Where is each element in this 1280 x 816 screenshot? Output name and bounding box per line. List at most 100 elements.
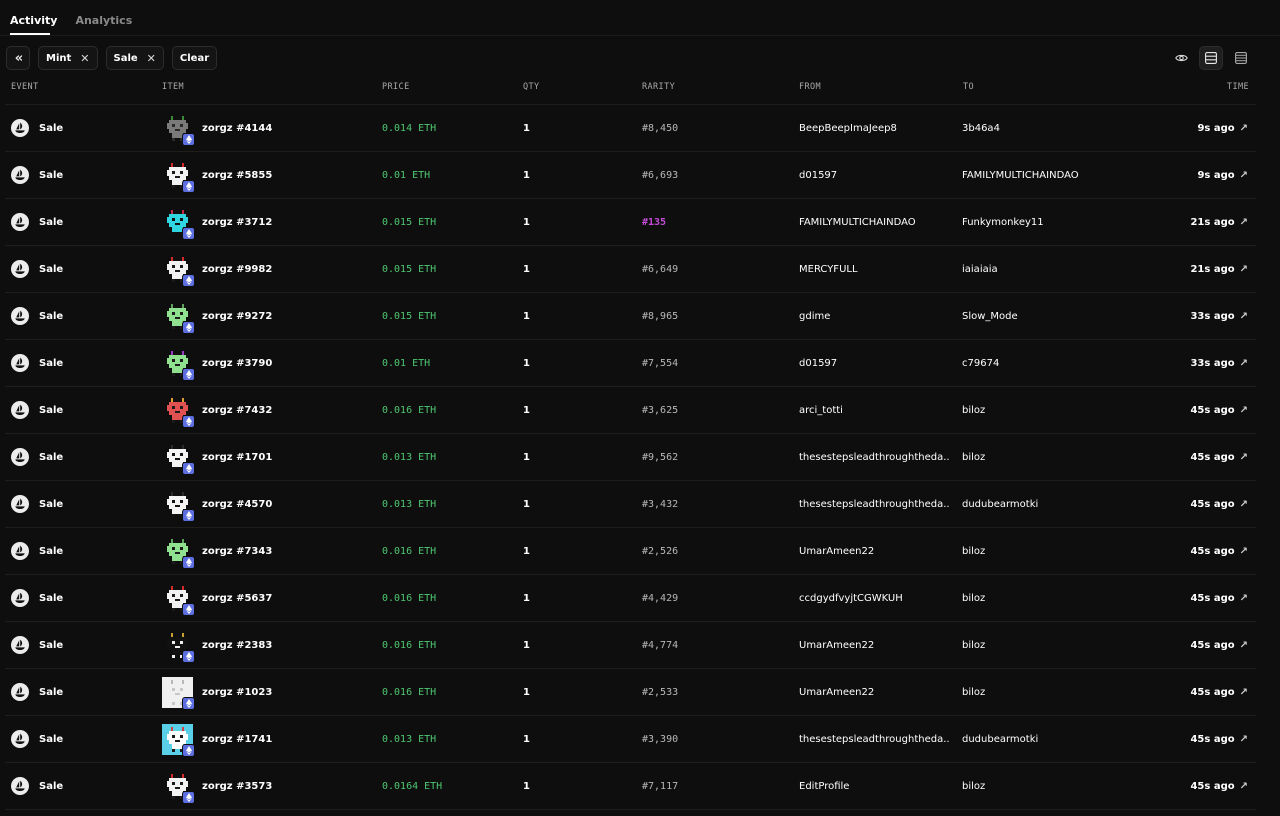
to-address-link[interactable]: biloz: [962, 575, 985, 621]
item-name-link[interactable]: zorgz #5637: [202, 593, 272, 604]
time-link[interactable]: 45s ago ↗: [1190, 622, 1248, 668]
to-address-link[interactable]: FAMILYMULTICHAINDAO: [962, 152, 1079, 198]
toggle-visibility-button[interactable]: [1169, 46, 1193, 70]
item-cell[interactable]: zorgz #5855: [162, 152, 272, 198]
filter-chip-sale[interactable]: Sale ✕: [105, 46, 164, 70]
from-address-link[interactable]: FAMILYMULTICHAINDAO: [799, 199, 916, 245]
column-header-price[interactable]: PRICE: [382, 82, 410, 92]
item-name-link[interactable]: zorgz #3790: [202, 358, 272, 369]
nft-thumbnail[interactable]: [162, 207, 195, 240]
from-address-link[interactable]: EditProfile: [799, 763, 849, 809]
item-name-link[interactable]: zorgz #7343: [202, 546, 272, 557]
item-cell[interactable]: zorgz #3790: [162, 340, 272, 386]
item-cell[interactable]: zorgz #2383: [162, 622, 272, 668]
to-address-link[interactable]: 3b46a4: [962, 105, 1000, 151]
item-name-link[interactable]: zorgz #5855: [202, 170, 272, 181]
nft-thumbnail[interactable]: [162, 348, 195, 381]
item-name-link[interactable]: zorgz #9272: [202, 311, 272, 322]
column-header-time[interactable]: TIME: [1227, 82, 1249, 92]
from-address-link[interactable]: ccdgydfvyjtCGWKUH: [799, 575, 903, 621]
nft-thumbnail[interactable]: [162, 536, 195, 569]
tab-activity[interactable]: Activity: [10, 0, 57, 36]
item-cell[interactable]: zorgz #7343: [162, 528, 272, 574]
time-link[interactable]: 33s ago ↗: [1190, 293, 1248, 339]
to-address-link[interactable]: biloz: [962, 763, 985, 809]
nft-thumbnail[interactable]: [162, 771, 195, 804]
table-row[interactable]: Sale zorgz #3573 0.0164 ETH 1 #7,117 Edi…: [5, 763, 1256, 810]
from-address-link[interactable]: BeepBeepImaJeep8: [799, 105, 897, 151]
time-link[interactable]: 9s ago ↗: [1197, 152, 1248, 198]
item-cell[interactable]: zorgz #4570: [162, 481, 272, 527]
to-address-link[interactable]: biloz: [962, 434, 985, 480]
close-icon[interactable]: ✕: [80, 53, 89, 64]
nft-thumbnail[interactable]: [162, 489, 195, 522]
to-address-link[interactable]: c79674: [962, 340, 999, 386]
from-address-link[interactable]: UmarAmeen22: [799, 528, 874, 574]
item-cell[interactable]: zorgz #9982: [162, 246, 272, 292]
from-address-link[interactable]: UmarAmeen22: [799, 669, 874, 715]
to-address-link[interactable]: biloz: [962, 622, 985, 668]
table-row[interactable]: Sale zorgz #5637 0.016 ETH 1 #4,429 ccdg…: [5, 575, 1256, 622]
item-cell[interactable]: zorgz #1023: [162, 669, 272, 715]
item-cell[interactable]: zorgz #1701: [162, 434, 272, 480]
nft-thumbnail[interactable]: [162, 395, 195, 428]
nft-thumbnail[interactable]: [162, 676, 195, 710]
item-cell[interactable]: zorgz #5637: [162, 575, 272, 621]
table-row[interactable]: Sale zorgz #7432 0.016 ETH 1 #3,625 arci…: [5, 387, 1256, 434]
nft-thumbnail[interactable]: [162, 583, 195, 616]
from-address-link[interactable]: thesestepsleadthroughtheda...: [799, 481, 949, 527]
from-address-link[interactable]: gdime: [799, 293, 830, 339]
column-header-item[interactable]: ITEM: [162, 82, 184, 92]
item-name-link[interactable]: zorgz #4570: [202, 499, 272, 510]
item-name-link[interactable]: zorgz #7432: [202, 405, 272, 416]
to-address-link[interactable]: Slow_Mode: [962, 293, 1018, 339]
item-cell[interactable]: zorgz #3573: [162, 763, 272, 809]
to-address-link[interactable]: dudubearmotki: [962, 716, 1038, 762]
item-name-link[interactable]: zorgz #1741: [202, 734, 272, 745]
time-link[interactable]: 45s ago ↗: [1190, 528, 1248, 574]
time-link[interactable]: 21s ago ↗: [1190, 199, 1248, 245]
table-row[interactable]: Sale zorgz #3712 0.015 ETH 1 #135 FAMILY…: [5, 199, 1256, 246]
item-name-link[interactable]: zorgz #1023: [202, 687, 272, 698]
close-icon[interactable]: ✕: [147, 53, 156, 64]
table-row[interactable]: Sale zorgz #2383 0.016 ETH 1 #4,774 Umar…: [5, 622, 1256, 669]
from-address-link[interactable]: arci_totti: [799, 387, 843, 433]
time-link[interactable]: 45s ago ↗: [1190, 763, 1248, 809]
from-address-link[interactable]: UmarAmeen22: [799, 622, 874, 668]
table-row[interactable]: Sale zorgz #1701 0.013 ETH 1 #9,562 thes…: [5, 434, 1256, 481]
item-name-link[interactable]: zorgz #3573: [202, 781, 272, 792]
nft-thumbnail[interactable]: [162, 113, 195, 146]
item-cell[interactable]: zorgz #3712: [162, 199, 272, 245]
time-link[interactable]: 45s ago ↗: [1190, 387, 1248, 433]
time-link[interactable]: 45s ago ↗: [1190, 669, 1248, 715]
to-address-link[interactable]: iaiaiaia: [962, 246, 998, 292]
item-name-link[interactable]: zorgz #2383: [202, 640, 272, 651]
table-row[interactable]: Sale zorgz #9272 0.015 ETH 1 #8,965 gdim…: [5, 293, 1256, 340]
time-link[interactable]: 45s ago ↗: [1190, 716, 1248, 762]
table-row[interactable]: Sale zorgz #9982 0.015 ETH 1 #6,649 MERC…: [5, 246, 1256, 293]
item-cell[interactable]: zorgz #4144: [162, 105, 272, 151]
collapse-filters-button[interactable]: «: [6, 46, 30, 70]
item-cell[interactable]: zorgz #1741: [162, 716, 272, 762]
to-address-link[interactable]: biloz: [962, 669, 985, 715]
time-link[interactable]: 45s ago ↗: [1190, 434, 1248, 480]
tab-analytics[interactable]: Analytics: [75, 0, 132, 36]
item-name-link[interactable]: zorgz #9982: [202, 264, 272, 275]
to-address-link[interactable]: biloz: [962, 528, 985, 574]
item-cell[interactable]: zorgz #7432: [162, 387, 272, 433]
nft-thumbnail[interactable]: [162, 723, 195, 757]
column-header-event[interactable]: EVENT: [11, 82, 39, 92]
item-name-link[interactable]: zorgz #1701: [202, 452, 272, 463]
item-name-link[interactable]: zorgz #4144: [202, 123, 272, 134]
nft-thumbnail[interactable]: [162, 442, 195, 475]
from-address-link[interactable]: thesestepsleadthroughtheda...: [799, 716, 949, 762]
from-address-link[interactable]: d01597: [799, 340, 837, 386]
column-header-to[interactable]: TO: [963, 82, 974, 92]
column-header-qty[interactable]: QTY: [523, 82, 540, 92]
time-link[interactable]: 45s ago ↗: [1190, 575, 1248, 621]
time-link[interactable]: 45s ago ↗: [1190, 481, 1248, 527]
time-link[interactable]: 21s ago ↗: [1190, 246, 1248, 292]
to-address-link[interactable]: dudubearmotki: [962, 481, 1038, 527]
table-row[interactable]: Sale zorgz #1023 0.016 ETH 1 #2,533 Umar…: [5, 669, 1256, 716]
nft-thumbnail[interactable]: [162, 630, 195, 663]
